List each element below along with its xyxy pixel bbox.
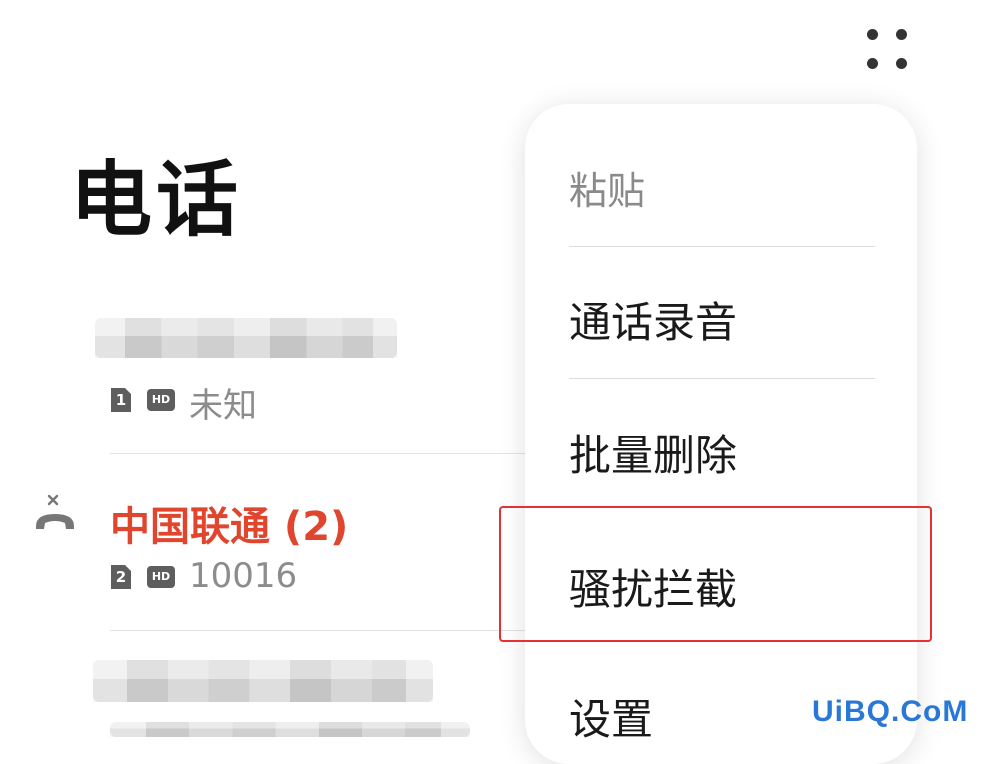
menu-item-settings[interactable]: 设置 xyxy=(569,686,653,747)
menu-item-call-recording[interactable]: 通话录音 xyxy=(569,289,737,350)
list-divider xyxy=(110,453,525,454)
hd-icon: HD xyxy=(147,389,175,411)
call-location: 未知 xyxy=(189,386,257,426)
call-number: 10016 xyxy=(189,556,298,596)
sim-2-icon: 2 xyxy=(111,565,131,589)
watermark-text: UiBQ.CoM xyxy=(812,695,969,728)
page-title: 电话 xyxy=(70,153,243,248)
redacted-contact-number xyxy=(93,660,433,702)
redacted-call-info xyxy=(110,722,470,737)
highlight-annotation-box xyxy=(499,506,932,642)
redacted-contact-name xyxy=(95,318,397,358)
sim-1-icon: 1 xyxy=(111,388,131,412)
overflow-menu: 粘贴 通话录音 批量删除 骚扰拦截 设置 xyxy=(525,104,917,764)
missed-call-icon xyxy=(36,494,74,529)
menu-item-batch-delete[interactable]: 批量删除 xyxy=(569,422,737,483)
menu-item-paste[interactable]: 粘贴 xyxy=(569,160,645,215)
contact-name-missed: 中国联通 (2) xyxy=(110,504,349,550)
hd-icon: HD xyxy=(147,566,175,588)
more-options-icon[interactable] xyxy=(852,18,922,78)
menu-divider xyxy=(569,378,875,379)
list-divider xyxy=(110,630,525,631)
menu-divider xyxy=(569,246,875,247)
